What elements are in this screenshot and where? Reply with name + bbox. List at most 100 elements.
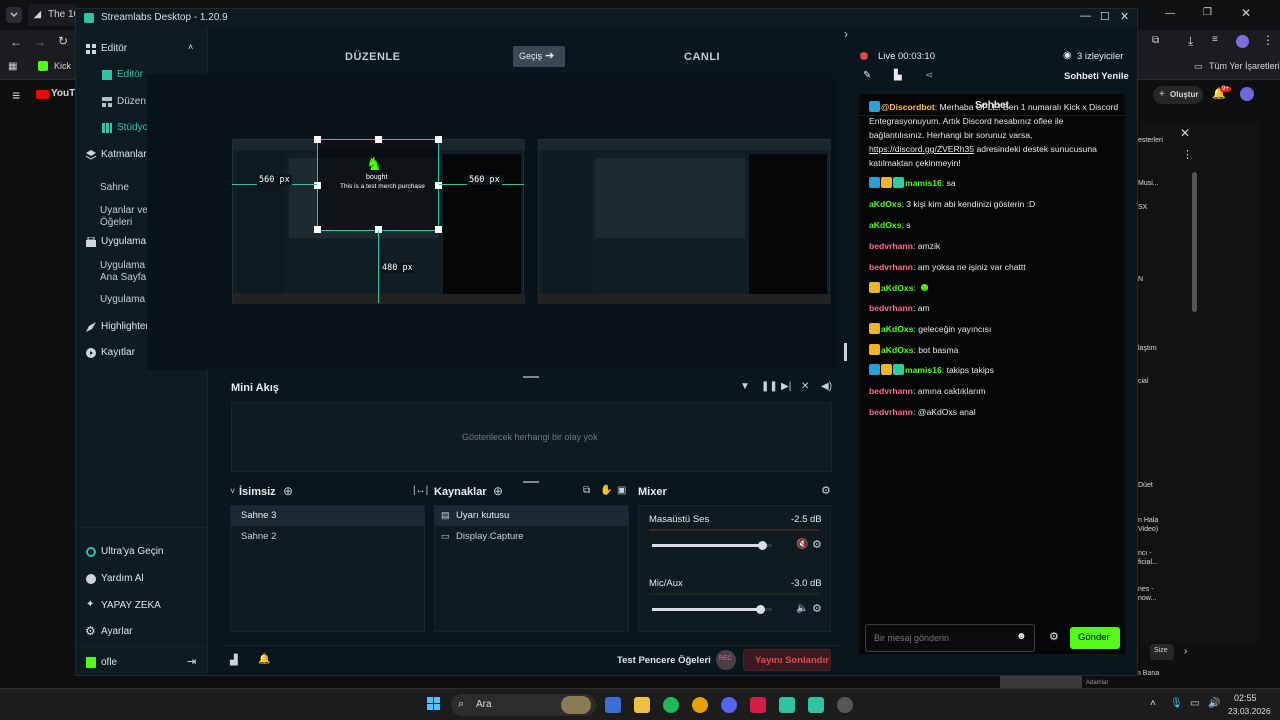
add-scene-icon[interactable]: ⊕ [283,484,293,498]
transition-button[interactable]: Geçiş ➔ [513,46,565,67]
hand-icon[interactable]: ✋ [600,485,612,496]
resize-handle[interactable] [314,226,321,233]
forward-icon[interactable]: → [34,35,46,49]
chat-link[interactable]: https://discord.gg/ZVERh35 [869,144,974,154]
size-chip[interactable]: Size [1150,644,1174,660]
close-icon[interactable]: ✕ [1241,6,1251,20]
logout-icon[interactable]: ⇥ [187,655,196,668]
record-button[interactable]: REC [716,650,736,670]
chevron-right-icon[interactable]: › [1184,646,1187,657]
chat-username[interactable]: bedvrhann [869,407,913,417]
skip-icon[interactable]: ▶| [781,381,791,392]
group-icon[interactable]: ⧉ [583,485,590,496]
chat-username[interactable]: bedvrhann [869,241,913,251]
source-item[interactable]: ▭ Display Capture [435,527,628,547]
chevron-up-icon[interactable]: ˄ [1150,698,1156,709]
emoji-icon[interactable]: ☻ [1016,631,1027,642]
back-icon[interactable]: ← [10,35,22,49]
media-icon[interactable]: ≡ [1212,34,1218,45]
add-source-icon[interactable]: ⊕ [493,484,503,498]
nav-editor-group[interactable]: Editör ˄ [84,41,202,57]
volume-slider[interactable] [652,541,772,550]
chrome-icon[interactable] [692,697,708,713]
bookmark-all[interactable]: Tüm Yer İşaretleri [1209,61,1280,71]
close-panel-icon[interactable]: ✕ [1180,126,1190,140]
apps-icon[interactable]: ▦ [8,61,17,72]
slider-knob[interactable] [758,541,768,550]
source-item-selected[interactable]: ▤ Uyarı kutusu [435,506,628,526]
bell-icon[interactable]: 🔔 [258,654,270,665]
profile-avatar[interactable] [1236,35,1249,48]
speaker-icon[interactable]: 🔈 [796,603,808,614]
chat-username[interactable]: bedvrhann [869,303,913,313]
file-explorer-icon[interactable] [634,697,650,713]
resize-grip[interactable] [523,481,539,483]
volume-slider[interactable] [652,605,772,614]
alert-box-selection[interactable]: ♞ bought This is a test merch purchase [314,136,442,233]
chat-username[interactable]: bedvrhann [869,386,913,396]
close-icon[interactable]: ✕ [1120,10,1129,23]
chat-username[interactable]: aKdOxs [881,324,913,334]
scene-item-selected[interactable]: Sahne 3 [231,506,424,526]
start-button[interactable] [427,697,441,711]
gear-icon[interactable]: ⚙ [821,484,831,497]
edit-icon[interactable]: ✎ [863,70,871,81]
chat-username[interactable]: @Discordbot [881,102,935,112]
refresh-chat-button[interactable]: Sohbeti Yenile [1064,71,1129,82]
volume-icon[interactable]: 🔊 [1208,698,1220,709]
send-button[interactable]: Gönder [1070,627,1120,649]
chat-username[interactable]: bedvrhann [869,262,913,272]
splitter-handle[interactable] [844,343,847,361]
chat-username[interactable]: aKdOxs [881,283,913,293]
share-icon[interactable]: ⋖ [925,70,933,81]
chat-username[interactable]: aKdOxs [869,220,901,230]
create-button[interactable]: + Oluştur [1153,86,1203,104]
streamlabs-icon[interactable] [779,697,795,713]
streamlabs-icon[interactable] [808,697,824,713]
scrollbar[interactable] [1192,172,1197,312]
folder-icon[interactable]: ▣ [617,485,626,496]
pause-icon[interactable]: ❚❚ [761,381,778,392]
app-icon[interactable] [750,697,766,713]
clip-icon[interactable]: ▙ [894,70,902,81]
chat-username[interactable]: mamis16 [905,365,942,375]
resize-handle[interactable] [375,136,382,143]
menu-icon[interactable]: ≡ [12,87,20,103]
settings-app-icon[interactable] [605,697,621,713]
app-icon[interactable] [837,697,853,713]
discord-icon[interactable] [721,697,737,713]
resize-handle[interactable] [314,136,321,143]
chat-username[interactable]: mamis16 [905,178,942,188]
resize-handle[interactable] [435,136,442,143]
more-icon[interactable]: ⋮ [1182,148,1193,161]
nav-ultra[interactable]: Ultra'ya Geçin [84,544,202,560]
test-widgets-button[interactable]: Test Pencere Öğeleri [617,655,711,666]
nav-ai[interactable]: ✦ YAPAY ZEKA [84,598,202,614]
mic-icon[interactable]: 🎙 [1170,698,1183,709]
gear-icon[interactable]: ⚙ [1049,630,1059,643]
volume-icon[interactable]: ◀) [821,381,832,392]
resize-grip[interactable] [523,376,539,378]
maximize-icon[interactable]: ☐ [1100,10,1110,23]
taskbar-search[interactable]: ⌕ Ara [451,694,596,716]
user-avatar[interactable] [1240,87,1254,101]
nav-scene[interactable]: Sahne [100,182,129,193]
chat-username[interactable]: aKdOxs [869,199,901,209]
scene-transitions-icon[interactable]: |↔| [413,485,428,496]
restore-icon[interactable]: ❐ [1203,7,1212,18]
chevron-right-icon[interactable]: › [844,27,848,41]
reload-icon[interactable]: ↻ [58,34,68,48]
slider-knob[interactable] [756,605,765,614]
extensions-icon[interactable]: ⧉ [1152,35,1159,46]
chevron-down-icon[interactable]: ˅ [230,486,235,496]
scene-item[interactable]: Sahne 2 [231,527,424,547]
chat-input[interactable] [874,631,1014,645]
minimize-icon[interactable]: — [1080,10,1091,22]
filter-icon[interactable]: ▼ [740,381,750,392]
spotify-icon[interactable] [663,697,679,713]
mute-icon[interactable]: 🔇 [796,539,808,550]
download-icon[interactable]: ⤓ [1188,34,1193,49]
chat-username[interactable]: aKdOxs [881,345,913,355]
end-stream-button[interactable]: Yayını Sonlandır [743,649,831,671]
gear-icon[interactable]: ⚙ [812,602,822,615]
